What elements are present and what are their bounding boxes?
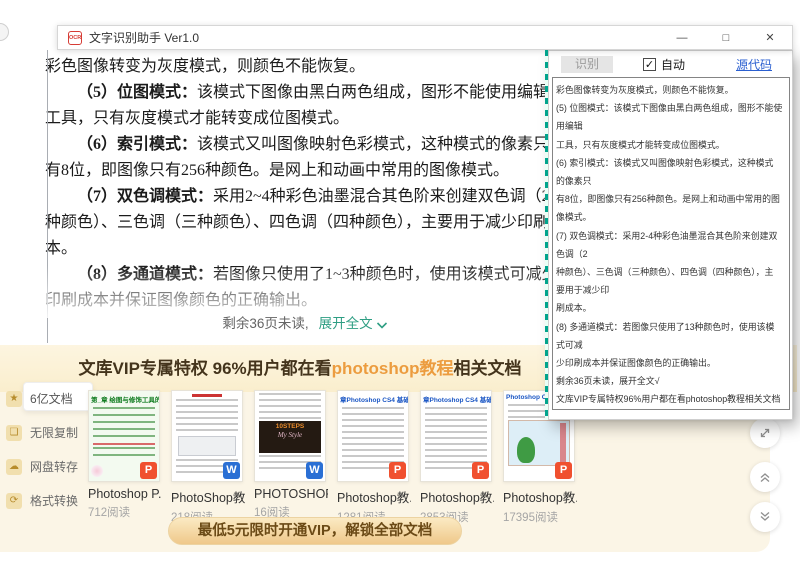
file-type-badge: P (389, 462, 406, 479)
doc-line: 彩色图像转变为灰度模式，则颜色不能恢复。 (45, 54, 565, 80)
minimize-button[interactable]: — (660, 26, 704, 49)
convert-icon: ⟳ (6, 493, 22, 509)
expand-icon (758, 426, 772, 440)
doc-title: Photoshop教... (337, 487, 411, 506)
document-preview: 彩色图像转变为灰度模式，则颜色不能恢复。 （5）位图模式：该模式下图像由黑白两色… (45, 54, 565, 314)
page-edge-button[interactable] (0, 23, 9, 41)
double-chevron-up-icon (758, 470, 772, 484)
window-controls: — □ ✕ (660, 26, 792, 49)
doc-thumbnail: 章Photoshop CS4 基础 P (337, 390, 409, 482)
sidebar-item-copy[interactable]: ❏ 无限复制 (6, 424, 78, 441)
ocr-window-titlebar[interactable]: OCR 文字识别助手 Ver1.0 — □ ✕ (57, 25, 793, 50)
expand-view-button[interactable] (750, 418, 780, 448)
auto-checkbox[interactable]: ✓ 自动 (643, 56, 685, 73)
sidebar-item-label: 6亿文档 (30, 390, 73, 407)
ocr-result-panel: 识别 ✓ 自动 源代码 彩色图像转变为灰度模式，则颜色不能恢复。 (5) 位图模… (548, 50, 793, 420)
related-doc-card[interactable]: 10STEPS My Style W PHOTOSHOP... 16阅读 (254, 390, 328, 520)
related-doc-card[interactable]: 章Photoshop CS4 基础 P Photoshop教... 2853阅读 (420, 390, 494, 525)
related-doc-card[interactable]: W PhotoShop教... 218阅读 (171, 390, 245, 525)
recognize-button[interactable]: 识别 (561, 56, 613, 73)
sidebar-item-convert[interactable]: ⟳ 格式转换 (6, 492, 78, 509)
expand-full-text-link[interactable]: 展开全文 (319, 316, 373, 331)
sidebar-item-cloud-save[interactable]: ☁ 网盘转存 (6, 458, 78, 475)
screen: 彩色图像转变为灰度模式，则颜色不能恢复。 （5）位图模式：该模式下图像由黑白两色… (0, 0, 800, 566)
remaining-pages-text: 剩余36页未读, (222, 316, 308, 331)
file-type-badge: P (472, 462, 489, 479)
sidebar-item-label: 格式转换 (30, 492, 78, 509)
sidebar-item-label: 网盘转存 (30, 458, 78, 475)
file-type-badge: P (555, 462, 572, 479)
sidebar-item-docs[interactable]: ★ 6亿文档 (6, 390, 73, 407)
window-title: 文字识别助手 Ver1.0 (89, 29, 199, 46)
close-button[interactable]: ✕ (748, 26, 792, 49)
open-vip-button[interactable]: 最低5元限时开通VIP，解锁全部文档 (168, 517, 462, 545)
file-type-badge: W (306, 462, 323, 479)
related-doc-card[interactable]: 章Photoshop CS4 基础 P Photoshop教... 1281阅读 (337, 390, 411, 525)
double-chevron-down-icon (758, 510, 772, 524)
doc-title: Photoshop教... (503, 487, 577, 506)
maximize-button[interactable]: □ (704, 26, 748, 49)
related-doc-card[interactable]: 第_章 绘图与修饰工具的 P Photoshop P... 712阅读 (88, 390, 162, 520)
doc-paragraph: （5）位图模式：该模式下图像由黑白两色组成，图形不能使用编辑工具，只有灰度模式才… (45, 80, 565, 132)
ocr-panel-toolbar: 识别 ✓ 自动 源代码 (549, 51, 792, 77)
sidebar-item-label: 无限复制 (30, 424, 78, 441)
doc-title: PhotoShop教... (171, 487, 245, 506)
source-code-link[interactable]: 源代码 (736, 56, 772, 73)
file-type-badge: W (223, 462, 240, 479)
auto-checkbox-label: 自动 (661, 56, 685, 73)
doc-title: PHOTOSHOP... (254, 487, 328, 501)
ocr-result-text[interactable]: 彩色图像转变为灰度模式，则颜色不能恢复。 (5) 位图模式：该模式下图像由黑白两… (552, 77, 790, 410)
chevron-down-icon (376, 321, 388, 330)
doc-thumbnail: 10STEPS My Style W (254, 390, 326, 482)
doc-paragraph: （6）索引模式：该模式又叫图像映射色彩模式，这种模式的像素只有8位，即图像只有2… (45, 132, 565, 184)
doc-paragraph: （7）双色调模式：采用2~4种彩色油墨混合其色阶来创建双色调（2种颜色）、三色调… (45, 184, 565, 262)
cloud-icon: ☁ (6, 459, 22, 475)
doc-views: 17395阅读 (503, 509, 577, 525)
doc-thumbnail: W (171, 390, 243, 482)
scroll-top-button[interactable] (750, 462, 780, 492)
capture-region-dashed-edge (545, 50, 548, 420)
ocr-app-icon: OCR (68, 31, 82, 45)
file-type-badge: P (140, 462, 157, 479)
doc-title: Photoshop P... (88, 487, 162, 501)
doc-title: Photoshop教... (420, 487, 494, 506)
expand-row: 剩余36页未读, 展开全文 (45, 312, 565, 332)
scroll-bottom-button[interactable] (750, 502, 780, 532)
star-icon: ★ (6, 391, 22, 407)
doc-views: 712阅读 (88, 504, 162, 520)
copy-icon: ❏ (6, 425, 22, 441)
capture-region-left-edge (47, 50, 48, 343)
doc-paragraph: （8）多通道模式：若图像只使用了1~3种颜色时，使用该模式可减少印刷成本并保证图… (45, 262, 565, 314)
doc-thumbnail: 章Photoshop CS4 基础 P (420, 390, 492, 482)
checkbox-checkmark-icon[interactable]: ✓ (643, 58, 656, 71)
doc-thumbnail: 第_章 绘图与修饰工具的 P (88, 390, 160, 482)
